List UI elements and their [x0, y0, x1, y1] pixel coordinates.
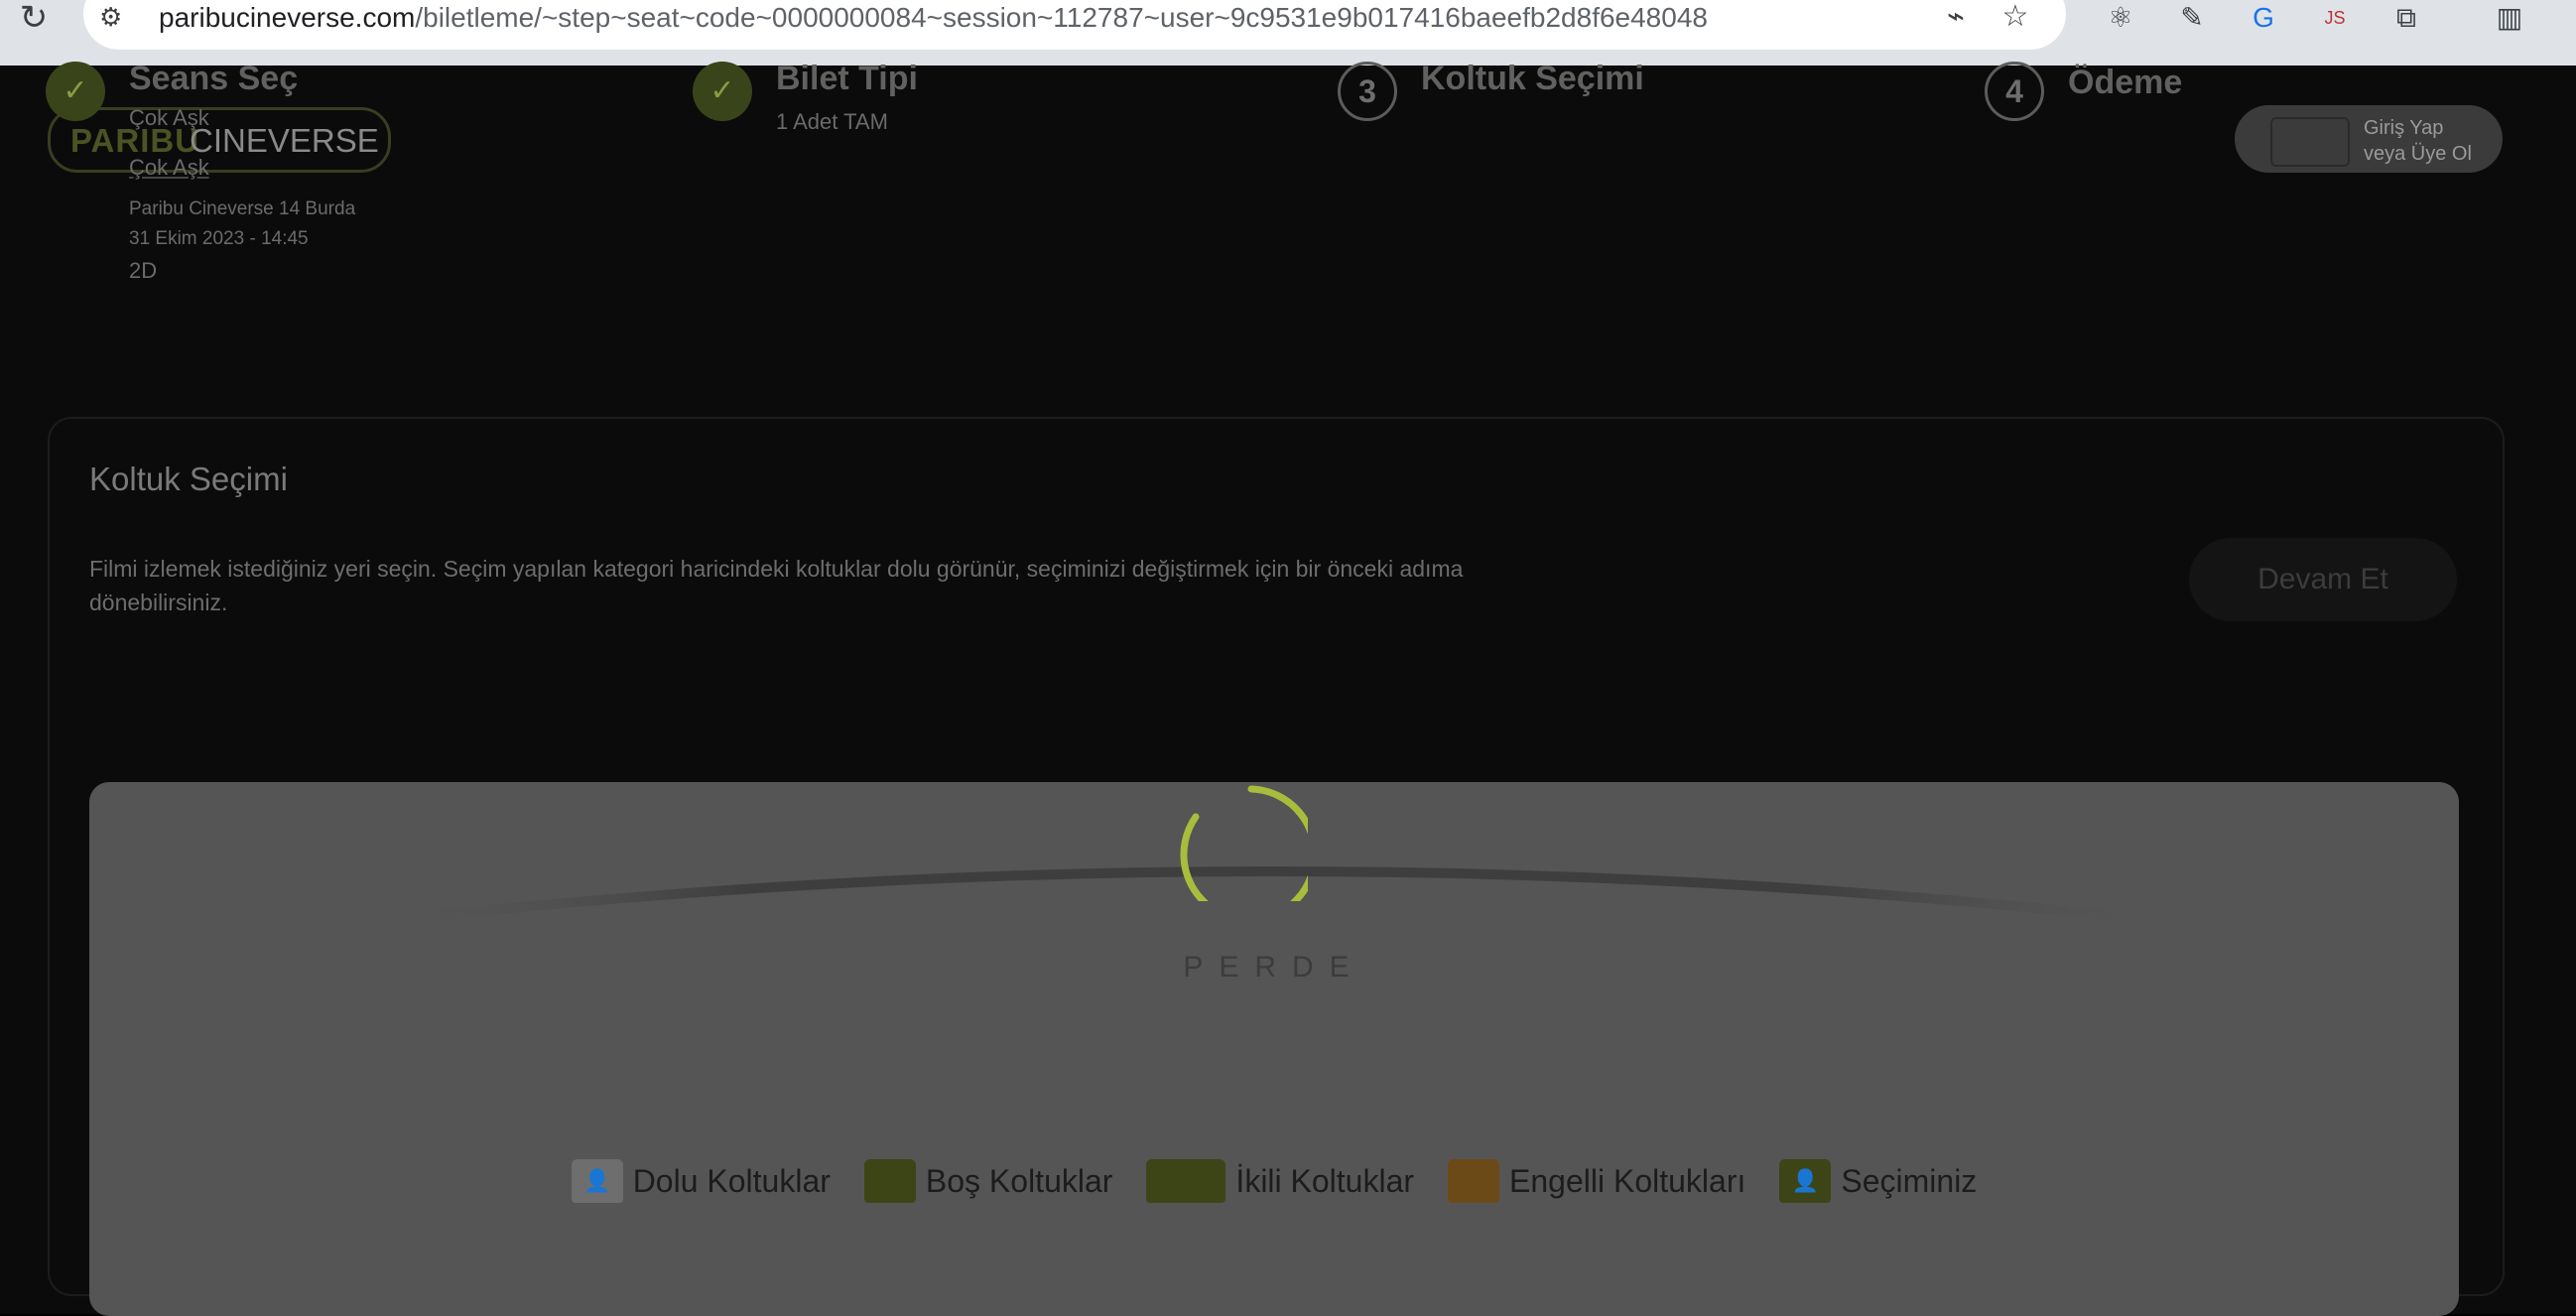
login-button[interactable]: Giriş Yap veya Üye Ol	[2235, 105, 2503, 173]
legend-item: Engelli Koltukları	[1448, 1159, 1745, 1203]
bookmark-star-icon[interactable]: ☆	[1998, 0, 2032, 34]
legend-label: Boş Koltuklar	[925, 1162, 1113, 1199]
person-icon: 👤	[1791, 1168, 1820, 1193]
step-title: Seans Seç	[129, 60, 299, 97]
user-avatar-icon	[2270, 117, 2350, 167]
seat-swatch-icon: 👤	[1779, 1159, 1832, 1203]
legend-label: Dolu Koltuklar	[632, 1162, 831, 1199]
session-info: Çok Aşk Paribu Cineverse 14 Burda 31 Eki…	[129, 155, 356, 286]
url-domain: paribucineverse.com	[159, 2, 416, 33]
seat-legend: 👤 Dolu Koltuklar Boş Koltuklar İkili Koltuk…	[89, 1159, 2459, 1203]
legend-item: 👤 Seçiminiz	[1779, 1159, 1977, 1203]
legend-item: Boş Koltuklar	[863, 1159, 1113, 1203]
address-bar[interactable]: ⚙ paribucineverse.com/biletleme/~step~se…	[83, 0, 2066, 50]
js-icon[interactable]: JS	[2316, 0, 2354, 38]
seat-swatch-icon: 👤	[571, 1159, 623, 1203]
seat-map: PERDE 👤 Dolu Koltuklar Boş Koltuklar İkili …	[89, 782, 2459, 1316]
seat-swatch-icon	[863, 1159, 916, 1203]
check-icon: ✓	[46, 62, 105, 121]
legend-item: 👤 Dolu Koltuklar	[571, 1159, 831, 1203]
booking-page: PARIBU CINEVERSE Giriş Yap veya Üye Ol ✓…	[0, 60, 2576, 1316]
login-line2: veya Üye Ol	[2364, 143, 2472, 165]
section-title: Koltuk Seçimi	[89, 461, 288, 497]
sidebar-icon[interactable]: ▥	[2491, 0, 2528, 38]
react-devtools-icon[interactable]: ⚛	[2102, 0, 2139, 38]
legend-label: Seçiminiz	[1841, 1162, 1978, 1199]
login-label: Giriş Yap veya Üye Ol	[2364, 115, 2472, 167]
url-text[interactable]: paribucineverse.com/biletleme/~step~seat…	[159, 2, 1708, 34]
step-title: Bilet Tipi	[776, 60, 918, 97]
step-title: Ödeme	[2068, 64, 2183, 101]
step-number: 4	[1985, 62, 2044, 121]
step-title: Koltuk Seçimi	[1421, 60, 1644, 97]
legend-label: İkili Koltuklar	[1235, 1162, 1415, 1199]
seat-swatch-icon	[1146, 1159, 1226, 1203]
translate-icon[interactable]: G	[2245, 0, 2282, 38]
url-path: /biletleme/~step~seat~code~0000000084~se…	[415, 2, 1708, 33]
legend-item: İkili Koltuklar	[1146, 1159, 1414, 1203]
session-format: 2D	[129, 258, 158, 283]
session-datetime: 31 Ekim 2023 - 14:45	[129, 228, 309, 249]
step-subtitle: 1 Adet TAM	[776, 109, 888, 134]
continue-button[interactable]: Devam Et	[2189, 538, 2457, 621]
reload-icon[interactable]: ↻	[14, 0, 54, 40]
seat-swatch-icon	[1448, 1159, 1500, 1203]
puzzle-icon[interactable]: ⧉	[2387, 0, 2425, 38]
step-subtitle: Çok Aşk	[129, 105, 209, 130]
seat-selection-panel: Koltuk Seçimi Filmi izlemek istediğiniz …	[48, 417, 2505, 1316]
no-tracking-icon[interactable]: ⌁	[1939, 0, 1973, 34]
cinema-name: Paribu Cineverse 14 Burda	[129, 198, 356, 219]
section-description: Filmi izlemek istediğiniz yeri seçin. Se…	[89, 556, 1464, 615]
eyedropper-icon[interactable]: ✎	[2173, 0, 2211, 38]
check-icon: ✓	[693, 62, 752, 121]
loading-spinner-icon	[1180, 785, 1308, 901]
site-settings-icon[interactable]: ⚙	[99, 2, 135, 32]
person-icon: 👤	[582, 1168, 611, 1193]
legend-label: Engelli Koltukları	[1509, 1162, 1746, 1199]
screen-label: PERDE	[1183, 951, 1365, 984]
browser-toolbar: ↻ ⚙ paribucineverse.com/biletleme/~step~…	[0, 0, 2576, 66]
movie-title: Çok Aşk	[129, 155, 209, 180]
login-line1: Giriş Yap	[2364, 117, 2444, 139]
step-number: 3	[1338, 62, 1397, 121]
